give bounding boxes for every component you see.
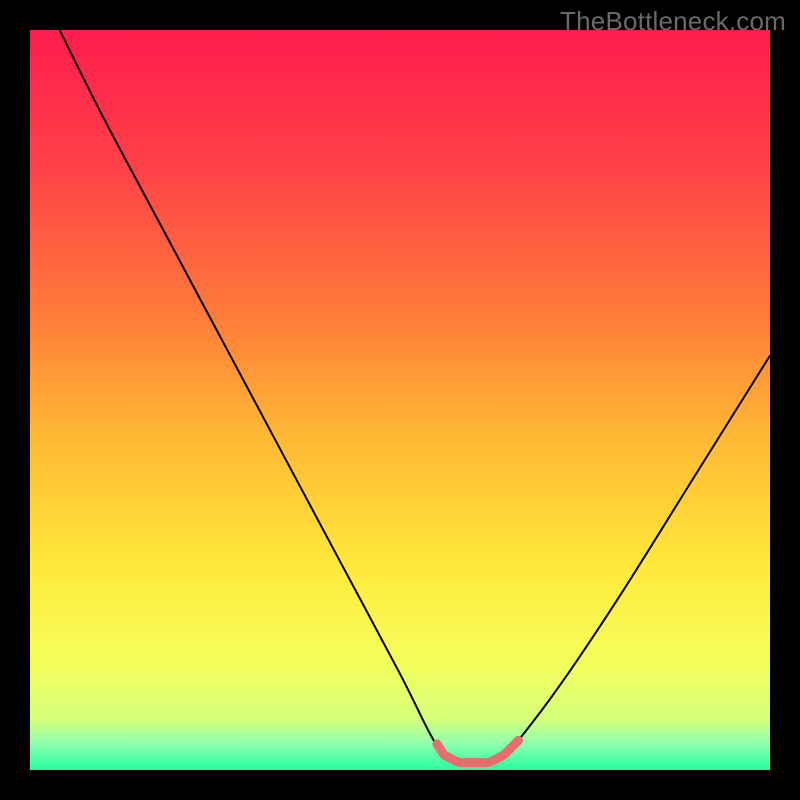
valley-dot <box>449 755 458 764</box>
bottleneck-chart <box>30 30 770 770</box>
valley-dot <box>441 751 450 760</box>
valley-dot <box>473 758 482 767</box>
plot-area <box>30 30 770 770</box>
valley-dot <box>514 736 523 745</box>
valley-dot <box>457 758 466 767</box>
valley-dot <box>506 744 515 753</box>
valley-dot <box>433 740 442 749</box>
chart-frame: TheBottleneck.com <box>0 0 800 800</box>
valley-dot <box>489 756 498 765</box>
valley-dot <box>465 758 474 767</box>
gradient-background <box>30 30 770 770</box>
valley-dot <box>481 758 490 767</box>
valley-dot <box>498 751 507 760</box>
